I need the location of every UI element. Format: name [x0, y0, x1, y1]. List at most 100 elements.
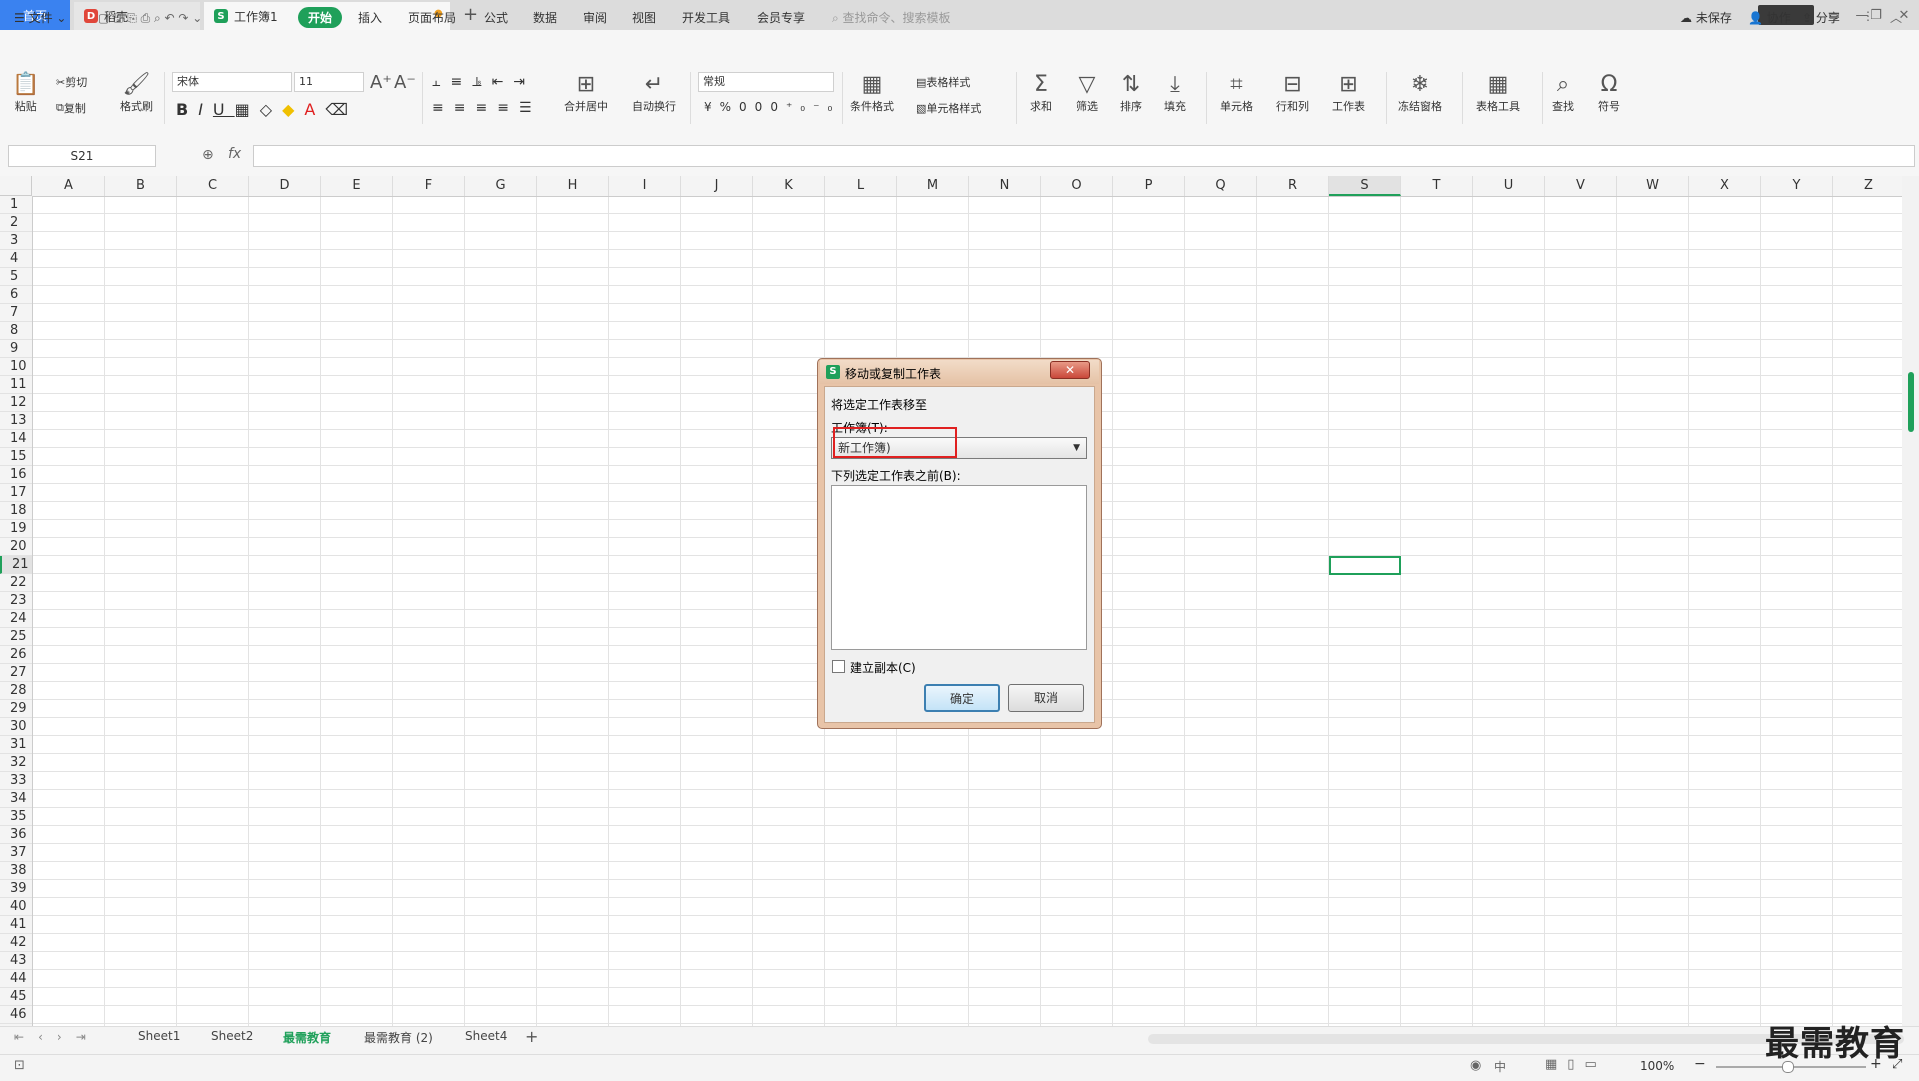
view-mode-buttons[interactable]: ▦▯▭: [1545, 1057, 1607, 1072]
column-header-i[interactable]: I: [609, 176, 681, 196]
row-header-24[interactable]: 24: [0, 610, 32, 628]
command-search[interactable]: ⌕ 查找命令、搜索模板: [832, 9, 951, 26]
add-sheet-icon[interactable]: +: [525, 1027, 538, 1046]
row-header-18[interactable]: 18: [0, 502, 32, 520]
number-tools[interactable]: ¥% 000 ⁺₀ ⁻₀: [704, 100, 840, 114]
font-name-select[interactable]: 宋体: [172, 72, 292, 92]
row-header-37[interactable]: 37: [0, 844, 32, 862]
column-header-u[interactable]: U: [1473, 176, 1545, 196]
font-grow-button[interactable]: A⁺: [370, 74, 392, 92]
paste-button[interactable]: 📋 粘贴: [12, 72, 39, 114]
table-tools-button[interactable]: ▦ 表格工具: [1476, 72, 1520, 114]
collapse-ribbon-icon[interactable]: ︿: [1890, 9, 1902, 26]
find-button[interactable]: ⌕ 查找: [1552, 72, 1574, 114]
menu-insert[interactable]: 插入: [358, 9, 382, 26]
column-header-b[interactable]: B: [105, 176, 177, 196]
format-painter-button[interactable]: 🖌 格式刷: [120, 72, 153, 114]
column-header-e[interactable]: E: [321, 176, 393, 196]
column-header-f[interactable]: F: [393, 176, 465, 196]
row-header-20[interactable]: 20: [0, 538, 32, 556]
freeze-panes-button[interactable]: ❄ 冻结窗格: [1398, 72, 1442, 114]
sort-button[interactable]: ⇅ 排序: [1120, 72, 1142, 114]
quick-access-toolbar[interactable]: ▢ 🖫 ⎘ ⎙ ⌕ ↶ ↷ ⌄: [98, 9, 202, 30]
row-header-41[interactable]: 41: [0, 916, 32, 934]
cancel-button[interactable]: 取消: [1008, 684, 1084, 712]
menu-review[interactable]: 审阅: [583, 9, 607, 26]
row-header-28[interactable]: 28: [0, 682, 32, 700]
row-header-2[interactable]: 2: [0, 214, 32, 232]
row-header-34[interactable]: 34: [0, 790, 32, 808]
sheet-button[interactable]: ⊞ 工作表: [1332, 72, 1365, 114]
column-header-v[interactable]: V: [1545, 176, 1617, 196]
row-header-1[interactable]: 1: [0, 196, 32, 214]
row-header-40[interactable]: 40: [0, 898, 32, 916]
column-header-y[interactable]: Y: [1761, 176, 1833, 196]
menu-view[interactable]: 视图: [632, 9, 656, 26]
vertical-scrollbar[interactable]: [1902, 176, 1919, 1026]
wrap-text-button[interactable]: ↵ 自动换行: [632, 72, 676, 114]
create-copy-checkbox[interactable]: [832, 660, 845, 673]
column-header-l[interactable]: L: [825, 176, 897, 196]
menu-formula[interactable]: 公式: [484, 9, 508, 26]
column-header-d[interactable]: D: [249, 176, 321, 196]
column-header-m[interactable]: M: [897, 176, 969, 196]
cell-button[interactable]: ⌗ 单元格: [1220, 72, 1253, 114]
input-method-icon[interactable]: 中: [1494, 1058, 1506, 1075]
row-header-7[interactable]: 7: [0, 304, 32, 322]
sheet-tab-5[interactable]: Sheet4: [465, 1029, 507, 1043]
zoom-formula-icon[interactable]: ⊕: [202, 147, 214, 163]
row-header-15[interactable]: 15: [0, 448, 32, 466]
row-header-31[interactable]: 31: [0, 736, 32, 754]
row-header-46[interactable]: 46: [0, 1006, 32, 1024]
align-top-tools[interactable]: ⫠ ≡ ⫡ ⇤ ⇥: [432, 74, 535, 90]
macro-record-icon[interactable]: ⊡: [14, 1058, 25, 1073]
row-header-14[interactable]: 14: [0, 430, 32, 448]
eye-protect-icon[interactable]: ◉: [1470, 1058, 1481, 1073]
font-size-select[interactable]: 11: [294, 72, 364, 92]
menu-data[interactable]: 数据: [533, 9, 557, 26]
column-header-j[interactable]: J: [681, 176, 753, 196]
row-header-42[interactable]: 42: [0, 934, 32, 952]
row-header-45[interactable]: 45: [0, 988, 32, 1006]
new-tab-button[interactable]: +: [463, 4, 478, 25]
zoom-level[interactable]: 100%: [1640, 1059, 1674, 1073]
row-header-43[interactable]: 43: [0, 952, 32, 970]
dialog-close-button[interactable]: ✕: [1050, 361, 1090, 379]
row-header-17[interactable]: 17: [0, 484, 32, 502]
row-header-5[interactable]: 5: [0, 268, 32, 286]
select-all-corner[interactable]: [0, 176, 32, 196]
row-header-9[interactable]: 9: [0, 340, 32, 358]
row-header-32[interactable]: 32: [0, 754, 32, 772]
row-header-35[interactable]: 35: [0, 808, 32, 826]
column-header-z[interactable]: Z: [1833, 176, 1905, 196]
column-header-n[interactable]: N: [969, 176, 1041, 196]
formula-input[interactable]: [253, 145, 1915, 167]
row-header-29[interactable]: 29: [0, 700, 32, 718]
fill-button[interactable]: ⤓ 填充: [1164, 72, 1186, 114]
copy-button[interactable]: ⧉ 复制: [56, 100, 86, 116]
row-header-30[interactable]: 30: [0, 718, 32, 736]
sheet-tab-2[interactable]: Sheet2: [211, 1029, 253, 1043]
share-button[interactable]: ⇪ 分享: [1802, 9, 1840, 26]
column-header-c[interactable]: C: [177, 176, 249, 196]
align-horizontal-tools[interactable]: ≡ ≡ ≡ ≡ ☰: [432, 100, 542, 116]
before-sheet-list[interactable]: [831, 485, 1087, 650]
row-header-44[interactable]: 44: [0, 970, 32, 988]
cell-style-button[interactable]: ▧ 单元格样式: [916, 100, 981, 116]
ok-button[interactable]: 确定: [924, 684, 1000, 712]
row-col-button[interactable]: ⊟ 行和列: [1276, 72, 1309, 114]
more-icon[interactable]: ⋮: [1862, 9, 1874, 23]
menu-page-layout[interactable]: 页面布局: [408, 9, 456, 26]
row-header-26[interactable]: 26: [0, 646, 32, 664]
sheet-tab-3[interactable]: 最需教育: [283, 1029, 331, 1046]
row-header-33[interactable]: 33: [0, 772, 32, 790]
row-header-36[interactable]: 36: [0, 826, 32, 844]
menu-start[interactable]: 开始: [298, 7, 343, 28]
column-header-o[interactable]: O: [1041, 176, 1113, 196]
fx-icon[interactable]: fx: [228, 146, 241, 162]
column-header-r[interactable]: R: [1257, 176, 1329, 196]
number-format-select[interactable]: 常规: [698, 72, 834, 92]
selected-cell[interactable]: [1329, 556, 1401, 575]
column-header-k[interactable]: K: [753, 176, 825, 196]
filter-button[interactable]: ▽ 筛选: [1076, 72, 1098, 114]
